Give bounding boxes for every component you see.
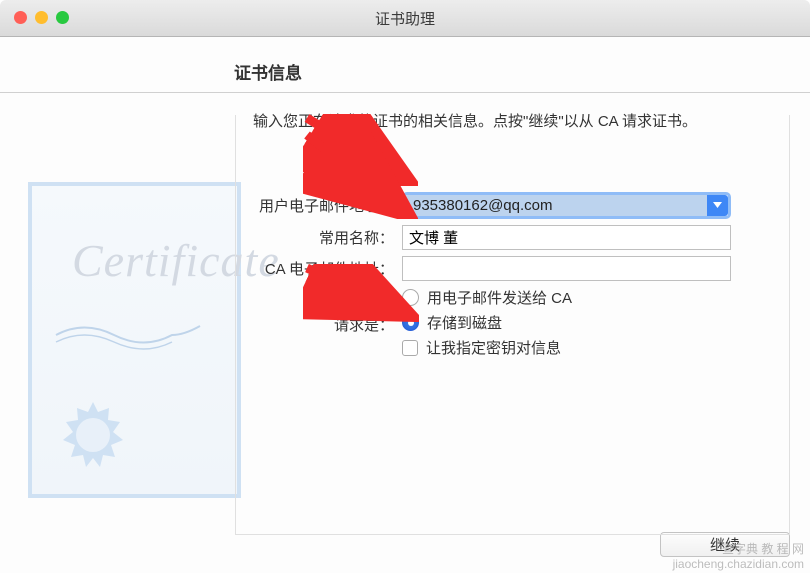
annotation-arrow-icon — [303, 264, 419, 322]
checkbox-keypair[interactable]: 让我指定密钥对信息 — [402, 337, 750, 358]
ca-email-input[interactable] — [402, 256, 731, 281]
email-combobox[interactable]: 935380162@qq.com — [402, 192, 731, 219]
window-controls — [14, 11, 69, 24]
chevron-down-icon[interactable] — [707, 195, 728, 216]
close-icon[interactable] — [14, 11, 27, 24]
common-name-input[interactable] — [402, 225, 731, 250]
email-value: 935380162@qq.com — [405, 195, 707, 216]
titlebar: 证书助理 — [0, 0, 810, 37]
radio-save-disk[interactable]: 存储到磁盘 — [402, 312, 750, 333]
annotation-arrow-icon — [303, 131, 418, 219]
maximize-icon[interactable] — [56, 11, 69, 24]
section-heading: 证书信息 — [0, 37, 810, 84]
window-content: Certificate 证书信息 输入您正在请求的证书的相关信息。点按"继续"以… — [0, 37, 810, 573]
checkbox-icon — [402, 340, 418, 356]
window-title: 证书助理 — [375, 8, 435, 29]
seal-icon — [58, 400, 128, 470]
common-name-label: 常用名称： — [0, 227, 402, 248]
minimize-icon[interactable] — [35, 11, 48, 24]
certificate-assistant-window: 证书助理 Certificate 证书信息 输入您正在请求的证书的相关信息。点按… — [0, 0, 810, 573]
watermark: 查字典 教 程 网 jiaocheng.chazidian.com — [673, 540, 804, 571]
radio-email-ca[interactable]: 用电子邮件发送给 CA — [402, 287, 750, 308]
